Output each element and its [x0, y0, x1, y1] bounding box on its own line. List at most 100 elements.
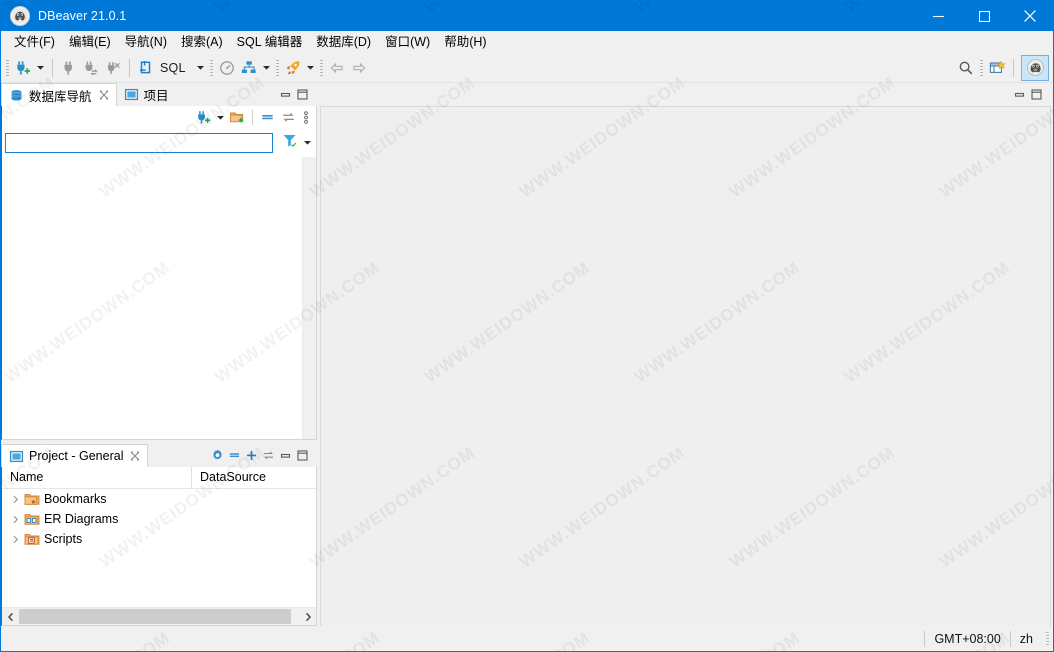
editor-maximize-icon[interactable] — [1028, 88, 1045, 101]
toolbar-grip[interactable] — [6, 59, 9, 76]
project-maximize-icon[interactable] — [294, 444, 311, 467]
menu-sql-editor[interactable]: SQL 编辑器 — [230, 32, 310, 52]
maximize-button[interactable] — [961, 1, 1007, 31]
filter-dropdown-icon[interactable] — [303, 134, 312, 152]
project-horizontal-scrollbar[interactable] — [2, 607, 316, 625]
rocket-execute-icon[interactable] — [282, 57, 304, 79]
er-diagram-icon[interactable] — [238, 57, 260, 79]
projects-icon — [124, 87, 139, 102]
chevron-right-icon[interactable] — [8, 515, 23, 524]
open-perspective-icon[interactable] — [986, 57, 1008, 79]
filter-controls — [281, 132, 312, 154]
project-link-with-editor-icon[interactable] — [260, 444, 277, 467]
toolbar-separator — [129, 58, 130, 77]
scrollbar-thumb[interactable] — [19, 609, 291, 624]
close-button[interactable] — [1007, 1, 1053, 31]
toolbar-grip[interactable] — [980, 59, 983, 76]
tab-close-icon[interactable] — [129, 450, 141, 462]
editor-canvas[interactable] — [320, 106, 1051, 626]
tab-projects[interactable]: 项目 — [116, 83, 175, 106]
chevron-right-icon[interactable] — [8, 535, 23, 544]
navigator-tab-row: 数据库导航 项目 — [1, 83, 317, 106]
project-minimize-icon[interactable] — [277, 444, 294, 467]
dbeaver-perspective-icon[interactable] — [1021, 54, 1049, 81]
navigator-filter-input[interactable] — [5, 133, 273, 153]
menu-search[interactable]: 搜索(A) — [174, 32, 230, 52]
toolbar-separator — [1013, 58, 1014, 77]
project-expand-all-icon[interactable] — [243, 444, 260, 467]
er-diagram-dropdown-icon[interactable] — [260, 57, 273, 79]
menu-database[interactable]: 数据库(D) — [309, 32, 378, 52]
dashboard-icon — [216, 57, 238, 79]
collapse-all-icon[interactable] — [257, 107, 278, 128]
editor-area — [320, 83, 1053, 626]
navigator-vertical-scrollbar[interactable] — [302, 157, 316, 439]
back-arrow-icon — [326, 57, 348, 79]
navigator-new-connection-dropdown-icon[interactable] — [214, 107, 227, 128]
tab-project-general-label: Project - General — [29, 449, 124, 463]
table-row-label: ER Diagrams — [44, 512, 119, 526]
navigator-new-connection-icon[interactable] — [193, 107, 214, 128]
toolbar-grip[interactable] — [209, 59, 213, 76]
project-icon — [9, 449, 24, 464]
sql-editor-dropdown-icon[interactable] — [194, 57, 207, 79]
navigator-maximize-icon[interactable] — [294, 83, 311, 106]
project-collapse-all-icon[interactable] — [226, 444, 243, 467]
scroll-left-icon[interactable] — [2, 608, 19, 625]
tab-close-icon[interactable] — [98, 89, 110, 101]
menu-window[interactable]: 窗口(W) — [378, 32, 437, 52]
table-row[interactable]: Bookmarks — [2, 489, 316, 509]
new-folder-icon[interactable] — [227, 107, 248, 128]
new-connection-icon[interactable] — [12, 57, 34, 79]
menu-help[interactable]: 帮助(H) — [437, 32, 493, 52]
toolbar-grip[interactable] — [319, 59, 323, 76]
minimize-button[interactable] — [915, 1, 961, 31]
disconnect-all-icon — [102, 57, 124, 79]
search-icon[interactable] — [955, 57, 977, 79]
link-with-editor-icon[interactable] — [278, 107, 299, 128]
navigator-toolbar-separator — [252, 110, 253, 125]
project-tab-row: Project - General — [1, 444, 317, 467]
table-row-label: Bookmarks — [44, 492, 107, 506]
menu-bar: 文件(F) 编辑(E) 导航(N) 搜索(A) SQL 编辑器 数据库(D) 窗… — [1, 31, 1053, 53]
sql-editor-icon[interactable] — [135, 57, 157, 79]
workbench-body: 数据库导航 项目 Project - General Name DataSour… — [1, 83, 1053, 626]
scroll-right-icon[interactable] — [299, 608, 316, 625]
dbeaver-window: DBeaver 21.0.1 文件(F) 编辑(E) 导航(N) 搜索(A) S… — [0, 0, 1054, 652]
project-column-header: Name DataSource — [2, 467, 316, 489]
status-language[interactable]: zh — [1011, 627, 1042, 651]
menu-edit[interactable]: 编辑(E) — [62, 32, 118, 52]
bookmarks-folder-icon — [23, 491, 41, 507]
status-resize-grip[interactable] — [1046, 632, 1049, 646]
filter-icon[interactable] — [281, 132, 298, 154]
tab-database-navigator-label: 数据库导航 — [29, 89, 92, 104]
column-name[interactable]: Name — [2, 467, 192, 488]
status-timezone[interactable]: GMT+08:00 — [925, 627, 1009, 651]
scripts-folder-icon — [23, 531, 41, 547]
column-datasource[interactable]: DataSource — [192, 467, 316, 488]
toolbar-grip[interactable] — [275, 59, 279, 76]
database-navigator-view: 数据库导航 项目 — [1, 83, 317, 440]
new-connection-dropdown-icon[interactable] — [34, 57, 47, 79]
view-menu-icon[interactable] — [299, 107, 313, 128]
table-row[interactable]: Scripts — [2, 529, 316, 549]
sql-editor-label: SQL — [160, 60, 186, 75]
menu-navigate[interactable]: 导航(N) — [118, 32, 174, 52]
navigator-filter-row — [1, 129, 317, 157]
editor-minimize-icon[interactable] — [1011, 88, 1028, 101]
menu-file[interactable]: 文件(F) — [7, 32, 62, 52]
project-configure-gear-icon[interactable] — [209, 444, 226, 467]
tab-database-navigator[interactable]: 数据库导航 — [1, 83, 117, 106]
tab-project-general[interactable]: Project - General — [1, 444, 149, 467]
chevron-right-icon[interactable] — [8, 495, 23, 504]
table-row[interactable]: ER Diagrams — [2, 509, 316, 529]
status-bar: GMT+08:00 zh — [1, 626, 1053, 651]
database-navigator-icon — [9, 88, 24, 103]
left-panel-column: 数据库导航 项目 Project - General Name DataSour… — [1, 83, 317, 626]
rocket-execute-dropdown-icon[interactable] — [304, 57, 317, 79]
navigator-minimize-icon[interactable] — [277, 83, 294, 106]
dbeaver-beaver-icon — [10, 6, 30, 26]
navigator-tree[interactable] — [1, 157, 317, 440]
editor-tab-row — [320, 83, 1051, 106]
scrollbar-track[interactable] — [19, 608, 299, 625]
